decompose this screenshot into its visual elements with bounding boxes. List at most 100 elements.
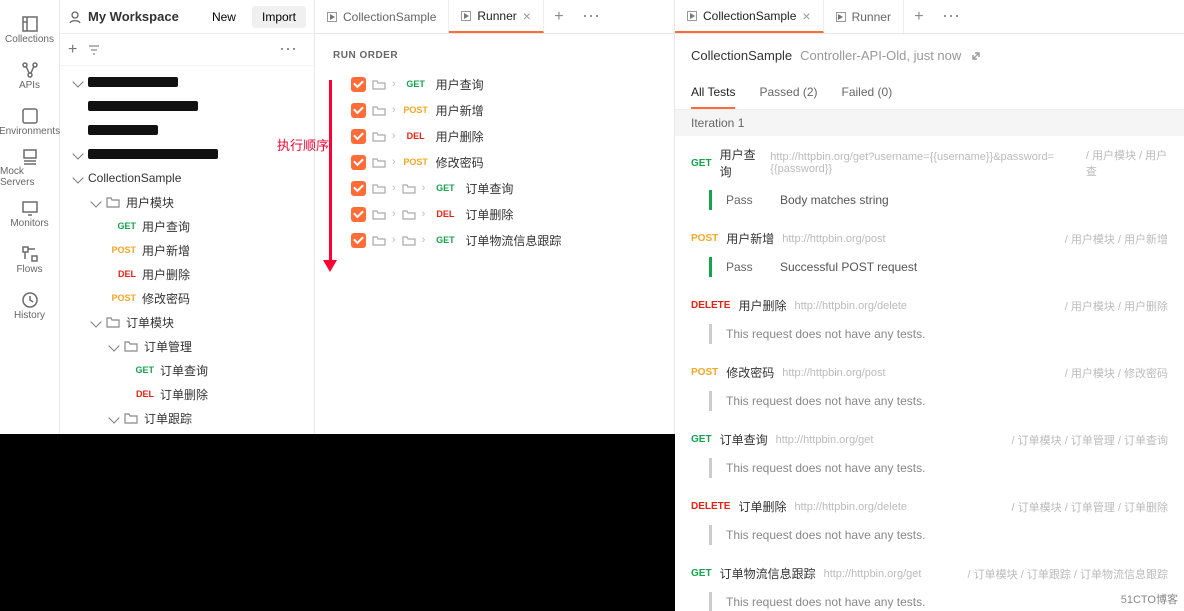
tree-folder-orders[interactable]: 订单模块: [60, 310, 314, 334]
play-icon: [461, 11, 471, 21]
nav-collections[interactable]: Collections: [0, 6, 59, 52]
tree-request[interactable]: DEL用户删除: [60, 262, 314, 286]
nav-mock[interactable]: Mock Servers: [0, 144, 59, 190]
filter-all[interactable]: All Tests: [691, 77, 735, 109]
flows-icon: [20, 244, 40, 264]
monitors-icon: [20, 198, 40, 218]
add-icon[interactable]: +: [68, 41, 77, 59]
nav-apis[interactable]: APIs: [0, 52, 59, 98]
tree-collection[interactable]: CollectionSample: [60, 166, 314, 190]
iteration-label: Iteration 1: [675, 110, 1184, 136]
nav-history[interactable]: History: [0, 282, 59, 328]
tab[interactable]: CollectionSample×: [675, 0, 824, 33]
folder-icon: [372, 208, 386, 221]
tab-more-icon[interactable]: ⋯: [934, 6, 969, 27]
result-request[interactable]: DELETE用户删除http://httpbin.org/delete/ 用户模…: [675, 287, 1184, 324]
checkbox-icon[interactable]: [351, 103, 366, 118]
environments-icon: [20, 106, 40, 126]
run-order-item[interactable]: ›DEL用户删除: [351, 123, 674, 149]
result-assertion: PassSuccessful POST request: [675, 257, 1184, 287]
folder-icon: [124, 411, 138, 425]
result-request[interactable]: GET订单物流信息跟踪http://httpbin.org/get/ 订单模块 …: [675, 555, 1184, 592]
filter-passed[interactable]: Passed (2): [759, 77, 817, 109]
tab[interactable]: Runner×: [449, 0, 544, 33]
tree-request[interactable]: GET订单查询: [60, 358, 314, 382]
tree-redacted: [60, 94, 314, 118]
tab[interactable]: Runner: [824, 0, 904, 33]
folder-icon: [372, 182, 386, 195]
play-icon: [836, 12, 846, 22]
add-tab[interactable]: +: [544, 8, 574, 26]
result-assertion: PassBody matches string: [675, 190, 1184, 220]
apis-icon: [20, 60, 40, 80]
checkbox-icon[interactable]: [351, 233, 366, 248]
run-order-item[interactable]: ›GET用户查询: [351, 71, 674, 97]
close-icon[interactable]: ×: [802, 8, 810, 24]
run-order-item[interactable]: ›POST用户新增: [351, 97, 674, 123]
checkbox-icon[interactable]: [351, 155, 366, 170]
play-icon: [687, 11, 697, 21]
filter-icon[interactable]: [87, 43, 101, 57]
workspace-title[interactable]: My Workspace: [88, 9, 196, 24]
link-icon[interactable]: [969, 49, 983, 63]
result-request[interactable]: GET用户查询http://httpbin.org/get?username={…: [675, 136, 1184, 190]
result-request[interactable]: DELETE订单删除http://httpbin.org/delete/ 订单模…: [675, 488, 1184, 525]
tab[interactable]: CollectionSample: [315, 0, 449, 33]
collections-icon: [20, 14, 40, 34]
tree-request[interactable]: POST用户新增: [60, 238, 314, 262]
folder-icon: [372, 156, 386, 169]
result-assertion: This request does not have any tests.: [675, 391, 1184, 421]
folder-icon: [124, 339, 138, 353]
tree-request[interactable]: DEL订单删除: [60, 382, 314, 406]
filter-failed[interactable]: Failed (0): [842, 77, 893, 109]
history-icon: [20, 290, 40, 310]
folder-icon: [402, 208, 416, 221]
tree-request[interactable]: POST修改密码: [60, 286, 314, 310]
result-assertion: This request does not have any tests.: [675, 592, 1184, 611]
tree-request[interactable]: GET用户查询: [60, 214, 314, 238]
checkbox-icon[interactable]: [351, 181, 366, 196]
tree-redacted: [60, 70, 314, 94]
play-icon: [327, 12, 337, 22]
more-icon[interactable]: ⋯: [271, 39, 306, 60]
user-icon: [68, 10, 82, 24]
add-tab[interactable]: +: [904, 8, 934, 26]
result-assertion: This request does not have any tests.: [675, 458, 1184, 488]
folder-icon: [372, 130, 386, 143]
tree-folder-order-track[interactable]: 订单跟踪: [60, 406, 314, 430]
checkbox-icon[interactable]: [351, 77, 366, 92]
checkbox-icon[interactable]: [351, 207, 366, 222]
run-order-item[interactable]: ››DEL订单删除: [351, 201, 674, 227]
folder-icon: [372, 78, 386, 91]
result-title: CollectionSample: [691, 48, 792, 63]
mock-icon: [20, 146, 40, 166]
folder-icon: [402, 182, 416, 195]
result-request[interactable]: GET订单查询http://httpbin.org/get/ 订单模块 / 订单…: [675, 421, 1184, 458]
result-request[interactable]: POST用户新增http://httpbin.org/post/ 用户模块 / …: [675, 220, 1184, 257]
result-request[interactable]: POST修改密码http://httpbin.org/post/ 用户模块 / …: [675, 354, 1184, 391]
tree-folder-order-mgmt[interactable]: 订单管理: [60, 334, 314, 358]
run-order-label: RUN ORDER: [315, 34, 674, 71]
folder-icon: [106, 195, 120, 209]
import-button[interactable]: Import: [252, 6, 306, 28]
result-assertion: This request does not have any tests.: [675, 324, 1184, 354]
checkbox-icon[interactable]: [351, 129, 366, 144]
run-order-item[interactable]: ››GET订单物流信息跟踪: [351, 227, 674, 253]
nav-monitors[interactable]: Monitors: [0, 190, 59, 236]
arrow-annotation: 执行顺序: [323, 80, 337, 272]
new-button[interactable]: New: [202, 6, 246, 28]
tree-folder-users[interactable]: 用户模块: [60, 190, 314, 214]
watermark: 51CTO博客: [1121, 591, 1178, 607]
nav-environments[interactable]: Environments: [0, 98, 59, 144]
run-order-item[interactable]: ››GET订单查询: [351, 175, 674, 201]
result-env: Controller-API-Old, just now: [800, 48, 961, 63]
folder-icon: [372, 234, 386, 247]
folder-icon: [402, 234, 416, 247]
folder-icon: [106, 315, 120, 329]
nav-flows[interactable]: Flows: [0, 236, 59, 282]
run-order-item[interactable]: ›POST修改密码: [351, 149, 674, 175]
close-icon[interactable]: ×: [523, 8, 531, 24]
tab-more-icon[interactable]: ⋯: [574, 6, 609, 27]
crop-mask: [0, 434, 675, 611]
result-assertion: This request does not have any tests.: [675, 525, 1184, 555]
